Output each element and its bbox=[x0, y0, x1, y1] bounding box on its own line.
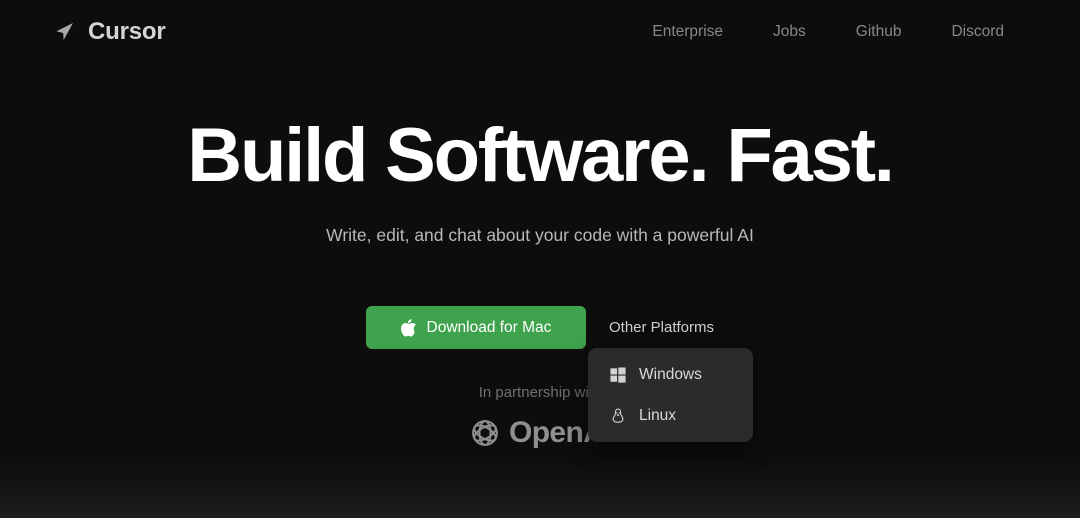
main-nav: Enterprise Jobs Github Discord bbox=[652, 24, 1004, 40]
dropdown-item-windows[interactable]: Windows bbox=[588, 358, 753, 391]
dropdown-item-linux[interactable]: Linux bbox=[588, 399, 753, 432]
openai-logo: OpenAI bbox=[0, 416, 1080, 450]
nav-link-github[interactable]: Github bbox=[856, 24, 902, 40]
linux-penguin-icon bbox=[610, 408, 626, 424]
openai-knot-icon bbox=[468, 416, 502, 450]
bottom-glow-divider bbox=[0, 456, 1080, 518]
page-title: Build Software. Fast. bbox=[187, 113, 895, 198]
dropdown-item-windows-label: Windows bbox=[639, 365, 702, 383]
dropdown-item-linux-label: Linux bbox=[639, 406, 677, 424]
cta-row: Download for Mac Other Platforms bbox=[0, 306, 1080, 349]
partnership-text: In partnership with bbox=[478, 384, 602, 401]
nav-link-enterprise[interactable]: Enterprise bbox=[652, 24, 723, 40]
download-button-label: Download for Mac bbox=[426, 318, 552, 336]
brand-name: Cursor bbox=[88, 18, 166, 45]
other-platforms-dropdown: Windows Linux bbox=[588, 348, 753, 442]
nav-link-discord[interactable]: Discord bbox=[951, 24, 1004, 40]
nav-link-jobs[interactable]: Jobs bbox=[773, 24, 806, 40]
cursor-arrow-icon bbox=[52, 20, 76, 44]
download-for-mac-button[interactable]: Download for Mac bbox=[365, 306, 586, 349]
brand-logo[interactable]: Cursor bbox=[52, 18, 166, 45]
site-header: Cursor Enterprise Jobs Github Discord bbox=[0, 0, 1080, 64]
other-platforms-button[interactable]: Other Platforms bbox=[609, 319, 714, 336]
windows-icon bbox=[610, 367, 626, 383]
apple-icon bbox=[400, 318, 416, 337]
hero-subtitle: Write, edit, and chat about your code wi… bbox=[326, 225, 754, 245]
cursor-landing-page: Cursor Enterprise Jobs Github Discord Bu… bbox=[0, 0, 1080, 518]
